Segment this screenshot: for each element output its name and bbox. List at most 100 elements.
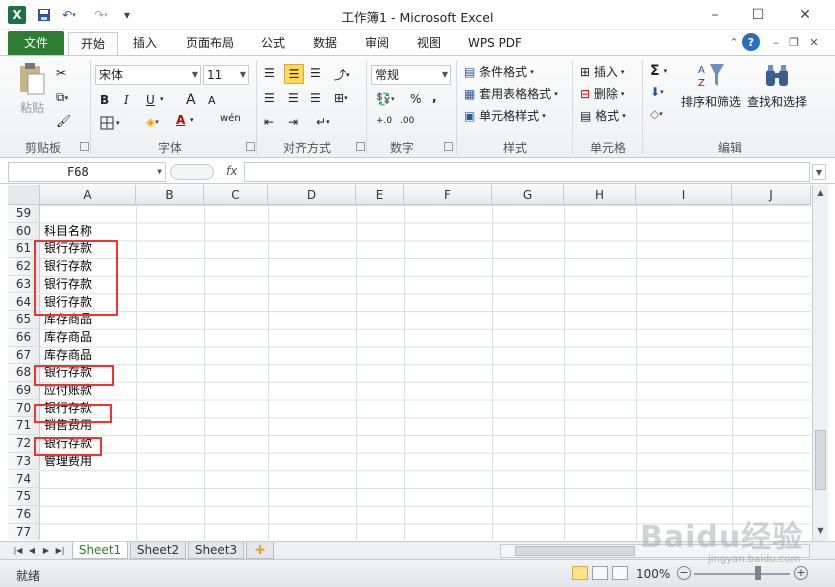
format-as-table-button[interactable]: ▦ 套用表格格式 ▾	[464, 85, 558, 102]
first-sheet-icon[interactable]: |◀	[12, 544, 24, 558]
format-painter-icon[interactable]: 🖌	[56, 114, 71, 128]
insert-function-button[interactable]: fx	[226, 164, 237, 178]
zoom-slider-knob[interactable]	[755, 566, 761, 580]
zoom-in-button[interactable]: +	[794, 566, 808, 580]
tab-file[interactable]: 文件	[8, 31, 64, 56]
column-header-e[interactable]: E	[356, 185, 404, 205]
delete-cells-button[interactable]: ⊟ 删除 ▾	[580, 85, 624, 102]
tab-view[interactable]: 视图	[408, 32, 450, 56]
page-layout-view-icon[interactable]	[592, 566, 608, 580]
column-header-i[interactable]: I	[636, 185, 732, 205]
copy-icon[interactable]: ⧉ ▾	[56, 90, 68, 105]
cell-a67[interactable]: 库存商品	[44, 347, 92, 365]
align-top-icon[interactable]: ☰	[264, 66, 275, 80]
prev-sheet-icon[interactable]: ◀	[26, 544, 38, 558]
currency-icon[interactable]: 💱 ▾	[376, 92, 394, 106]
insert-sheet-icon[interactable]: ✚	[246, 542, 274, 559]
row-header[interactable]: 77	[8, 523, 40, 540]
column-header-a[interactable]: A	[40, 185, 136, 205]
minimize-button[interactable]: –	[700, 4, 730, 26]
underline-button[interactable]: U	[146, 93, 155, 107]
formula-input[interactable]	[244, 162, 810, 182]
tab-formulas[interactable]: 公式	[252, 32, 294, 56]
vertical-scrollbar[interactable]: ▲ ▼	[812, 185, 828, 541]
column-header-d[interactable]: D	[268, 185, 356, 205]
zoom-out-button[interactable]: −	[677, 566, 691, 580]
align-bottom-icon[interactable]: ☰	[310, 66, 321, 80]
column-header-c[interactable]: C	[204, 185, 268, 205]
name-box[interactable]: F68 ▼	[8, 162, 166, 182]
row-header[interactable]: 75	[8, 488, 40, 506]
page-break-view-icon[interactable]	[612, 566, 628, 580]
grow-font-button[interactable]: A	[186, 92, 196, 108]
row-header[interactable]: 67	[8, 346, 40, 365]
font-color-dropdown-icon[interactable]: ▾	[190, 116, 194, 124]
insert-cells-button[interactable]: ⊞ 插入 ▾	[580, 63, 624, 80]
border-icon[interactable]: ▾	[100, 116, 120, 130]
row-header[interactable]: 59	[8, 205, 40, 223]
align-right-icon[interactable]: ☰	[310, 91, 321, 105]
decrease-indent-icon[interactable]: ⇤	[264, 115, 274, 129]
cell-a60[interactable]: 科目名称	[44, 223, 92, 241]
paste-button[interactable]: 粘贴	[14, 62, 50, 122]
italic-button[interactable]: I	[124, 93, 129, 107]
font-size-combo[interactable]: 11 ▼	[203, 65, 249, 85]
vertical-scroll-thumb[interactable]	[815, 430, 826, 490]
merge-center-icon[interactable]: ⊞ ▾	[334, 91, 348, 105]
autosum-button[interactable]: Σ ▾	[650, 63, 667, 79]
sort-filter-button[interactable]: AZ 排序和筛选	[678, 62, 744, 110]
wrap-text-icon[interactable]: ↵ ▾	[316, 115, 330, 129]
decrease-decimal-button[interactable]: .00	[400, 116, 414, 126]
cut-icon[interactable]: ✂	[56, 66, 66, 80]
sheet-tab-sheet2[interactable]: Sheet2	[130, 542, 186, 559]
sheet-tab-sheet1[interactable]: Sheet1	[72, 542, 128, 559]
number-format-combo[interactable]: 常规 ▼	[371, 65, 451, 85]
next-sheet-icon[interactable]: ▶	[40, 544, 52, 558]
select-all-corner[interactable]	[8, 185, 40, 205]
format-cells-button[interactable]: ▤ 格式 ▾	[580, 107, 626, 124]
clear-icon[interactable]: ◇ ▾	[650, 107, 663, 121]
column-header-b[interactable]: B	[136, 185, 204, 205]
close-workbook-icon[interactable]: ✕	[806, 34, 822, 50]
orientation-icon[interactable]: ⤴ ▾	[334, 66, 350, 83]
font-color-button[interactable]: A	[176, 113, 185, 127]
percent-button[interactable]: %	[410, 92, 421, 106]
phonetic-button[interactable]: wén	[220, 113, 241, 124]
close-button[interactable]: ✕	[790, 4, 820, 26]
restore-workbook-icon[interactable]: ❐	[786, 34, 802, 50]
comma-button[interactable]: ,	[432, 90, 437, 104]
cell-styles-button[interactable]: ▣ 单元格样式 ▾	[464, 107, 546, 124]
formula-cancel-enter-icon[interactable]	[170, 164, 214, 180]
maximize-button[interactable]: ☐	[743, 4, 773, 26]
scroll-up-icon[interactable]: ▲	[815, 187, 826, 199]
number-launcher-icon[interactable]	[444, 142, 453, 151]
column-header-j[interactable]: J	[732, 185, 811, 205]
column-header-f[interactable]: F	[404, 185, 492, 205]
expand-formula-icon[interactable]: ▼	[812, 164, 826, 180]
row-header[interactable]: 76	[8, 505, 40, 524]
help-icon[interactable]: ?	[742, 33, 760, 51]
align-left-icon[interactable]: ☰	[264, 91, 275, 105]
sheet-tab-sheet3[interactable]: Sheet3	[188, 542, 244, 559]
find-select-button[interactable]: 查找和选择	[744, 62, 810, 110]
last-sheet-icon[interactable]: ▶|	[54, 544, 66, 558]
horizontal-scroll-thumb[interactable]	[515, 546, 635, 556]
collapse-ribbon-icon[interactable]: ⌃	[726, 34, 742, 50]
align-middle-icon[interactable]: ☰	[284, 64, 304, 84]
increase-indent-icon[interactable]: ⇥	[288, 115, 298, 129]
underline-dropdown-icon[interactable]: ▾	[160, 95, 164, 103]
clipboard-launcher-icon[interactable]	[80, 142, 89, 151]
cell-a66[interactable]: 库存商品	[44, 329, 92, 347]
minimize-workbook-icon[interactable]: –	[768, 34, 784, 50]
conditional-format-button[interactable]: ▤ 条件格式 ▾	[464, 63, 534, 80]
zoom-slider[interactable]	[694, 573, 790, 575]
shrink-font-button[interactable]: A	[208, 94, 216, 107]
increase-decimal-button[interactable]: +.0	[376, 116, 392, 126]
column-header-h[interactable]: H	[564, 185, 636, 205]
font-name-combo[interactable]: 宋体 ▼	[95, 65, 201, 85]
fill-color-icon[interactable]: ◈ ▾	[146, 115, 159, 129]
row-header[interactable]: 74	[8, 470, 40, 489]
zoom-level[interactable]: 100%	[636, 567, 670, 581]
spreadsheet-grid[interactable]: A B C D E F G H I J 59 60 61 62 63 64 65…	[8, 185, 811, 540]
tab-insert[interactable]: 插入	[124, 32, 166, 56]
